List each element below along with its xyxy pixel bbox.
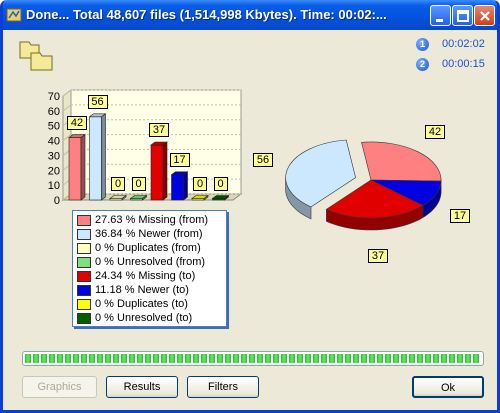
bar — [171, 174, 184, 201]
legend-text: 0 % Duplicates (to) — [95, 298, 188, 310]
legend-text: 0 % Unresolved (from) — [95, 256, 206, 268]
bar — [150, 144, 164, 201]
pie-value-label: 56 — [253, 153, 273, 167]
bar-value-label: 42 — [67, 115, 87, 130]
bar-value-label: 0 — [213, 176, 228, 191]
bar-value-label: 37 — [149, 123, 169, 138]
legend-text: 24.34 % Missing (to) — [95, 270, 196, 282]
legend-text: 0 % Unresolved (to) — [95, 312, 193, 324]
ok-button[interactable]: Ok — [412, 376, 484, 398]
y-tick-label: 40 — [48, 136, 60, 148]
legend-swatch — [77, 299, 91, 310]
minimize-icon — [436, 19, 443, 22]
window-title: Done... Total 48,607 files (1,514,998 Kb… — [26, 7, 387, 22]
bar-value-label: 0 — [111, 176, 125, 191]
results-window: Done... Total 48,607 files (1,514,998 Kb… — [0, 0, 500, 413]
y-tick-label: 30 — [48, 150, 60, 162]
timer-1-value: 00:02:02 — [442, 38, 485, 50]
close-icon — [480, 11, 490, 21]
legend-swatch — [77, 243, 91, 254]
timer-2-badge: 2 — [416, 58, 429, 71]
bar — [89, 116, 102, 201]
close-button[interactable] — [474, 5, 495, 26]
legend-swatch — [77, 215, 91, 226]
legend-text: 27.63 % Missing (from) — [95, 214, 209, 226]
bar-value-label: 0 — [131, 176, 146, 191]
pie-chart — [285, 139, 442, 231]
legend-text: 0 % Duplicates (from) — [95, 242, 201, 254]
pie-slice — [361, 141, 442, 182]
y-tick-label: 60 — [48, 106, 60, 118]
minimize-button[interactable] — [430, 5, 451, 26]
legend-swatch — [77, 257, 91, 268]
bar-side — [183, 171, 188, 201]
bar-side — [80, 133, 86, 201]
y-tick-label: 0 — [54, 195, 60, 207]
filters-button[interactable]: Filters — [187, 376, 259, 398]
pie-value-label: 37 — [368, 249, 388, 263]
app-icon — [6, 8, 22, 22]
legend-swatch — [77, 229, 91, 240]
y-tick-label: 20 — [48, 165, 60, 177]
progress-fill — [25, 354, 481, 363]
maximize-button[interactable] — [452, 5, 473, 26]
chart-legend: 27.63 % Missing (from) 36.84 % Newer (fr… — [72, 210, 227, 327]
legend-text: 11.18 % Newer (to) — [95, 284, 189, 296]
legend-swatch — [77, 271, 91, 282]
bar-side — [162, 141, 168, 201]
pie-value-label: 17 — [450, 209, 470, 223]
pie-value-label: 42 — [425, 125, 445, 139]
timer-1-badge: 1 — [416, 38, 429, 51]
y-tick-label: 50 — [48, 121, 60, 133]
results-button[interactable]: Results — [106, 376, 178, 398]
bar-value-label: 17 — [169, 152, 190, 167]
bar — [68, 137, 82, 201]
timer-2-value: 00:00:15 — [442, 58, 485, 70]
bar-value-label: 0 — [193, 176, 207, 191]
maximize-icon — [457, 10, 469, 22]
y-tick-label: 10 — [48, 180, 60, 192]
y-tick-label: 70 — [48, 91, 60, 103]
graphics-button[interactable]: Graphics — [22, 376, 97, 398]
progress-bar — [22, 351, 484, 366]
legend-swatch — [77, 285, 91, 296]
title-bar[interactable]: Done... Total 48,607 files (1,514,998 Kb… — [3, 0, 497, 30]
legend-text: 36.84 % Newer (from) — [95, 228, 203, 240]
bar-side — [101, 113, 106, 201]
legend-swatch — [77, 313, 91, 324]
bar-value-label: 56 — [87, 94, 108, 109]
